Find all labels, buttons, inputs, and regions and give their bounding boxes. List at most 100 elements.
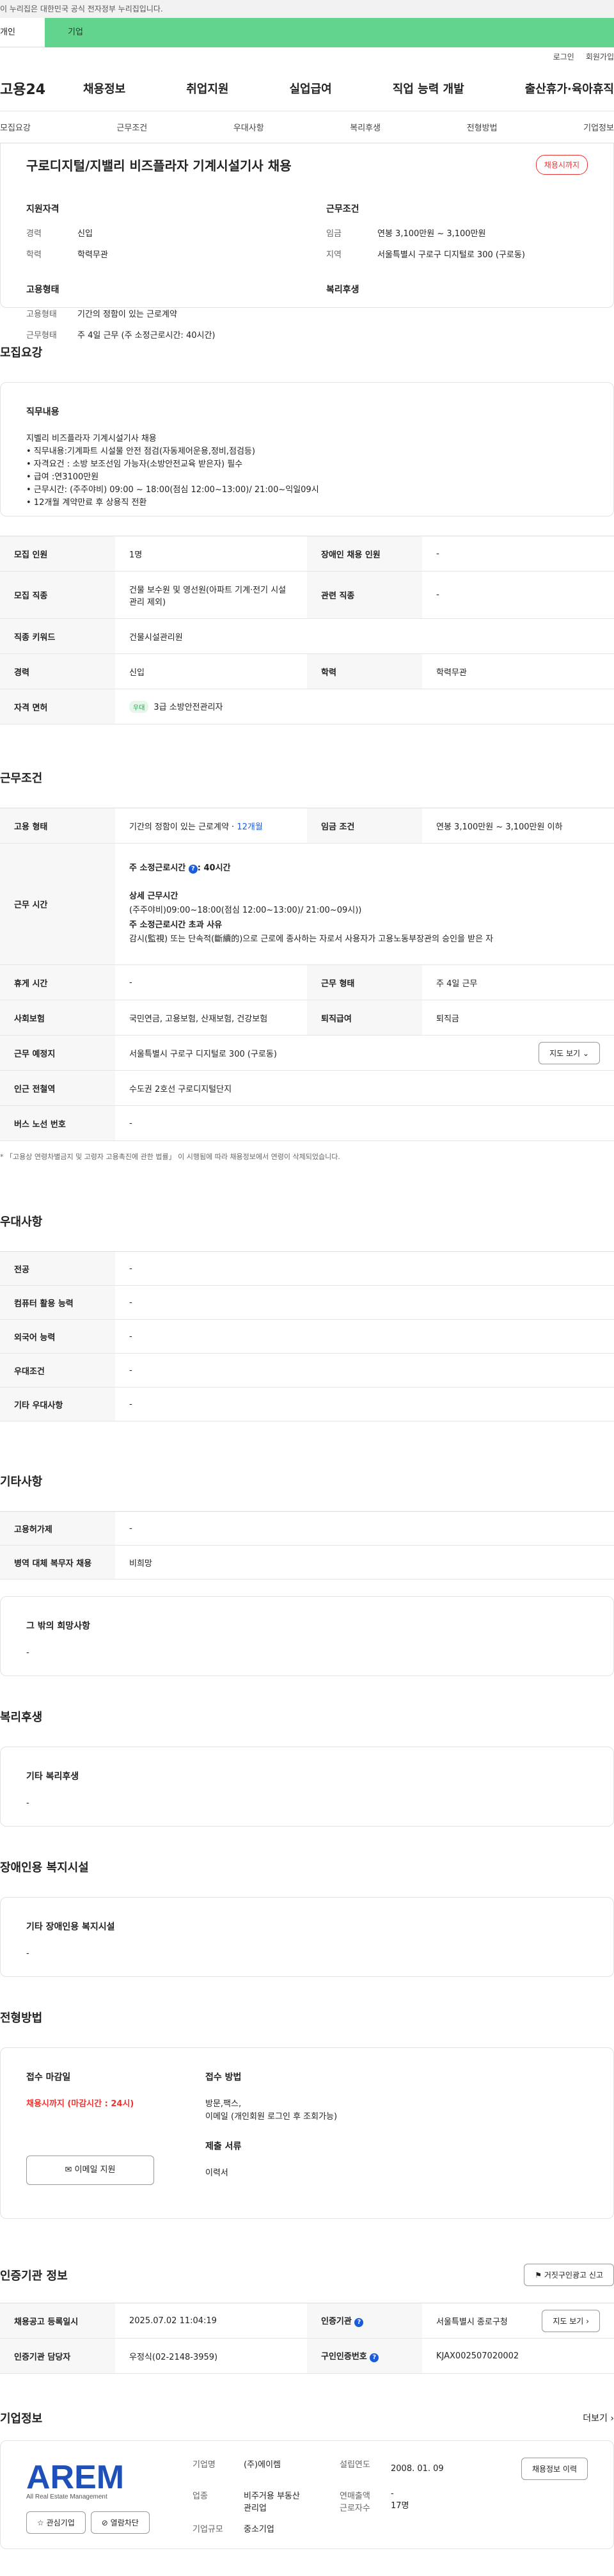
section-title-welfare: 복리후생	[0, 1711, 43, 1724]
history-button[interactable]: 채용정보 이력	[521, 2458, 588, 2480]
qual-title: 지원자격	[26, 204, 59, 214]
th-military: 병역 대체 복무자 채용	[0, 1545, 115, 1580]
td-reg: 2025.07.02 11:04:19	[115, 2303, 307, 2339]
size-label: 기업규모	[193, 2525, 223, 2534]
form-value: 기간의 정함이 있는 근로계약	[77, 310, 177, 319]
td-disabled: -	[422, 536, 614, 572]
recruit-table: 모집 인원 1명 장애인 채용 인원 - 모집 직종 건물 보수원 및 영선원(…	[0, 536, 614, 724]
staff-label: 근로자수	[340, 2504, 370, 2513]
form-label: 고용형태	[26, 310, 57, 319]
report-button[interactable]: ⚑ 거짓구인광고 신고	[524, 2264, 614, 2286]
gnb-item-benefit[interactable]: 실업급여	[290, 80, 332, 97]
subnav-company[interactable]: 기업정보	[583, 121, 614, 133]
detail-time-value: (주주야비)09:00~18:00(점심 12:00~13:00)/ 21:00…	[129, 906, 362, 916]
td-related: -	[422, 571, 614, 619]
method-title: 접수 방법	[205, 2072, 242, 2083]
subnav-prefer[interactable]: 우대사항	[233, 121, 264, 133]
company-header: 기업정보 더보기 ›	[0, 2410, 614, 2426]
cond-label: 지역	[326, 250, 342, 260]
global-nav: 고용24 채용정보 취업지원 실업급여 직업 능력 개발 출산휴가·육아휴직	[0, 65, 614, 111]
duty-line: • 12개월 계약만료 후 상용직 전환	[26, 498, 147, 508]
tab-personal[interactable]: 개인	[0, 18, 45, 47]
tab-company[interactable]: 기업	[45, 18, 614, 47]
welfare-sub: 기타 복리후생	[26, 1772, 79, 1782]
td-mgr: 우정식(02-2148-3959)	[115, 2338, 307, 2374]
th-insurance: 사회보험	[0, 1000, 115, 1036]
help-icon[interactable]: ?	[370, 2353, 379, 2362]
subnav-recruit[interactable]: 모집요강	[0, 121, 31, 133]
age-note: * 「고용상 연령차별금지 및 고령자 고용촉진에 관한 법률」 이 시행됨에 …	[0, 1153, 340, 1161]
docs-title: 제출 서류	[205, 2141, 242, 2152]
util-bar: 로그인 회원가입	[0, 47, 614, 65]
td-permit: -	[115, 1511, 614, 1546]
gnb-item-training[interactable]: 직업 능력 개발	[393, 80, 464, 97]
th-keyword: 직종 키워드	[0, 618, 115, 654]
chevron-right-icon: ›	[610, 2413, 614, 2424]
th-permit: 고용허가제	[0, 1511, 115, 1546]
th-related: 관련 직종	[307, 571, 422, 619]
subnav-process[interactable]: 전형방법	[467, 121, 498, 133]
cond-label: 임금	[326, 229, 342, 239]
prefer-table: 전공 - 컴퓨터 활용 능력 - 외국어 능력 - 우대조건 - 기타 우대사항 -	[0, 1251, 614, 1421]
cert-header: 인증기관 정보 ⚑ 거짓구인광고 신고	[0, 2264, 614, 2286]
gnb-item-leave[interactable]: 출산휴가·육아휴직	[525, 80, 614, 97]
company-info: 기업명 (주)에이렘 설립연도 2008. 01. 09 채용정보 이력 업종 비…	[193, 2458, 588, 2534]
gnb-menu: 채용정보 취업지원 실업급여 직업 능력 개발 출산휴가·육아휴직	[83, 80, 614, 97]
block-icon: ⊘	[101, 2518, 108, 2527]
gnb-item-jobs[interactable]: 채용정보	[83, 80, 125, 97]
site-logo[interactable]: 고용24	[0, 78, 83, 99]
th-people: 모집 인원	[0, 536, 115, 572]
block-button[interactable]: ⊘ 열람차단	[90, 2511, 150, 2534]
method-value-2: 이메일 (개인회원 로그인 후 조회가능)	[205, 2111, 338, 2122]
cert-map-label: 지도 보기	[553, 2316, 584, 2326]
duty-line: • 근무시간: (주주야비) 09:00 ~ 18:00(점심 12:00~13…	[26, 485, 319, 495]
email-apply-button[interactable]: ✉ 이메일 지원	[26, 2155, 154, 2185]
login-link[interactable]: 로그인	[553, 51, 574, 62]
td-bus: -	[115, 1105, 614, 1141]
method-block: 접수 방법 방문,팩스, 이메일 (개인회원 로그인 후 조회가능) 제출 서류…	[205, 2071, 588, 2195]
deadline-block: 접수 마감일 채용시까지 (마감시간 : 24시) ✉ 이메일 지원	[26, 2071, 205, 2195]
section-title-cert: 인증기관 정보	[0, 2269, 68, 2283]
work-table: 고용 형태 기간의 정함이 있는 근로계약 · 12개월 임금 조건 연봉 3,…	[0, 808, 614, 1141]
th-language: 외국어 능력	[0, 1319, 115, 1354]
th-wage: 임금 조건	[307, 808, 422, 844]
over-time-value: 감시(監視) 또는 단속적(斷續的)으로 근로에 종사하는 자로서 사용자가 고…	[129, 934, 494, 944]
subnav-welfare[interactable]: 복리후생	[350, 121, 381, 133]
block-label: 열람차단	[110, 2518, 139, 2527]
th-org: 인증기관 ?	[307, 2303, 422, 2339]
logo-tagline: All Real Estate Management	[26, 2493, 107, 2500]
process-card: 접수 마감일 채용시까지 (마감시간 : 24시) ✉ 이메일 지원 접수 방법…	[0, 2047, 614, 2219]
biz-label: 업종	[193, 2492, 208, 2501]
section-title-etc: 기타사항	[0, 1475, 43, 1489]
section-title-disabled: 장애인용 복지시설	[0, 1861, 89, 1875]
td-rest: -	[115, 964, 307, 1000]
wish-value: -	[26, 1647, 29, 1658]
th-subway: 인근 전철역	[0, 1070, 115, 1106]
gnb-item-support[interactable]: 취업지원	[186, 80, 228, 97]
map-button[interactable]: 지도 보기 ⌄	[539, 1041, 600, 1064]
th-computer: 컴퓨터 활용 능력	[0, 1285, 115, 1320]
th-prefer-cond: 우대조건	[0, 1353, 115, 1388]
company-logo-image: AREM All Real Estate Management	[26, 2459, 124, 2500]
company-logo: AREM All Real Estate Management	[26, 2458, 154, 2502]
company-name-value: (주)에이렘	[244, 2460, 281, 2470]
favorite-button[interactable]: ☆ 관심기업	[26, 2511, 86, 2534]
th-shape: 근무 형태	[307, 964, 422, 1000]
help-icon[interactable]: ?	[188, 865, 198, 874]
join-link[interactable]: 회원가입	[586, 51, 614, 62]
more-link[interactable]: 더보기 ›	[583, 2412, 614, 2424]
job-header-card: 구로디지털/지밸리 비즈플라자 기계시설기사 채용 채용시까지 지원자격 경력 신…	[0, 143, 614, 340]
cert-map-button[interactable]: 지도 보기 ›	[542, 2309, 600, 2332]
th-rest: 휴게 시간	[0, 964, 115, 1000]
subnav-work[interactable]: 근무조건	[116, 121, 147, 133]
help-icon[interactable]: ?	[354, 2318, 364, 2327]
star-icon: ☆	[37, 2518, 44, 2527]
status-badge: 채용시까지	[535, 154, 588, 175]
sales-value: - 17명	[391, 2489, 588, 2513]
qual-value: 학력무관	[77, 250, 108, 260]
job-title: 구로디지털/지밸리 비즈플라자 기계시설기사 채용	[26, 157, 292, 173]
method-value-1: 방문,팩스,	[205, 2099, 242, 2109]
th-career: 경력	[0, 653, 115, 689]
wish-title: 그 밖의 희망사항	[26, 1621, 90, 1631]
biz-value-2: 관리업	[244, 2504, 267, 2513]
